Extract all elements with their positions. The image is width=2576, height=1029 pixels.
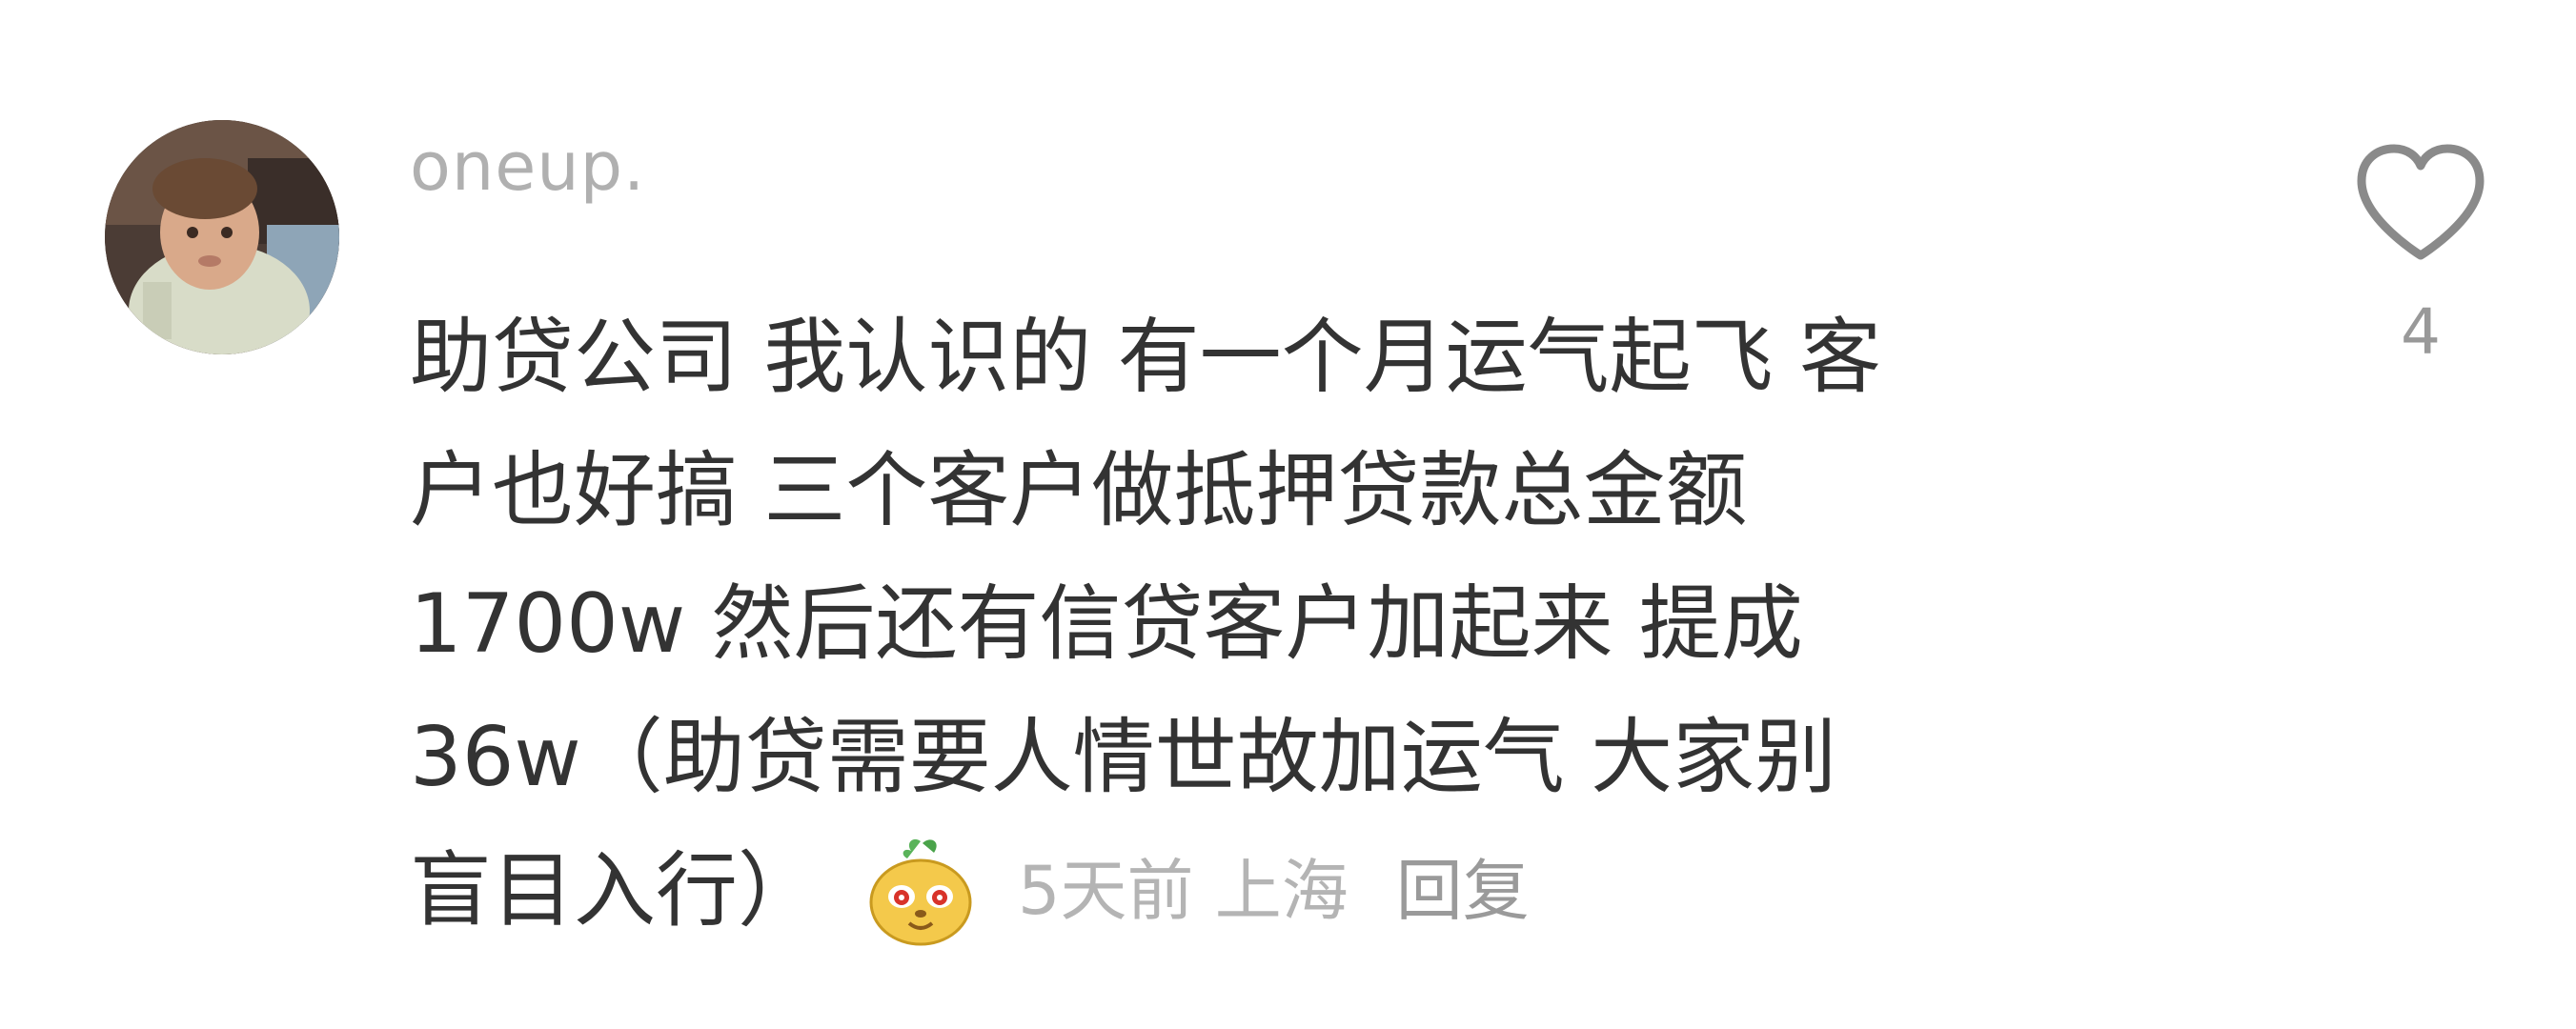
comment-line: 助贷公司 我认识的 有一个月运气起飞 客 <box>410 310 1882 405</box>
comment-line: 36w（助贷需要人情世故加运气 大家别 <box>410 710 1837 805</box>
like-count: 4 <box>2401 295 2441 369</box>
cartoon-face-emoji-icon <box>865 834 976 948</box>
comment-line: 盲目入行） <box>410 843 820 938</box>
comment-line: 户也好搞 三个客户做抵押贷款总金额 <box>410 443 1748 538</box>
comment-last-line: 盲目入行） 5天前 上海 回复 <box>410 824 2221 958</box>
comment-meta: 5天前 上海 回复 <box>1018 858 1530 924</box>
heart-outline-icon[interactable] <box>2354 143 2487 263</box>
user-avatar[interactable] <box>105 120 339 354</box>
username[interactable]: oneup. <box>410 133 645 200</box>
comment-body: 助贷公司 我认识的 有一个月运气起飞 客 户也好搞 三个客户做抵押贷款总金额 1… <box>410 291 2221 958</box>
reply-button[interactable]: 回复 <box>1396 858 1530 924</box>
comment-line: 1700w 然后还有信贷客户加起来 提成 <box>410 576 1803 672</box>
time-location: 5天前 上海 <box>1018 852 1349 930</box>
user-avatar-image <box>105 120 339 354</box>
like-area: 4 <box>2354 143 2487 364</box>
comment-item: oneup. 助贷公司 我认识的 有一个月运气起飞 客 户也好搞 三个客户做抵押… <box>0 0 2576 1029</box>
